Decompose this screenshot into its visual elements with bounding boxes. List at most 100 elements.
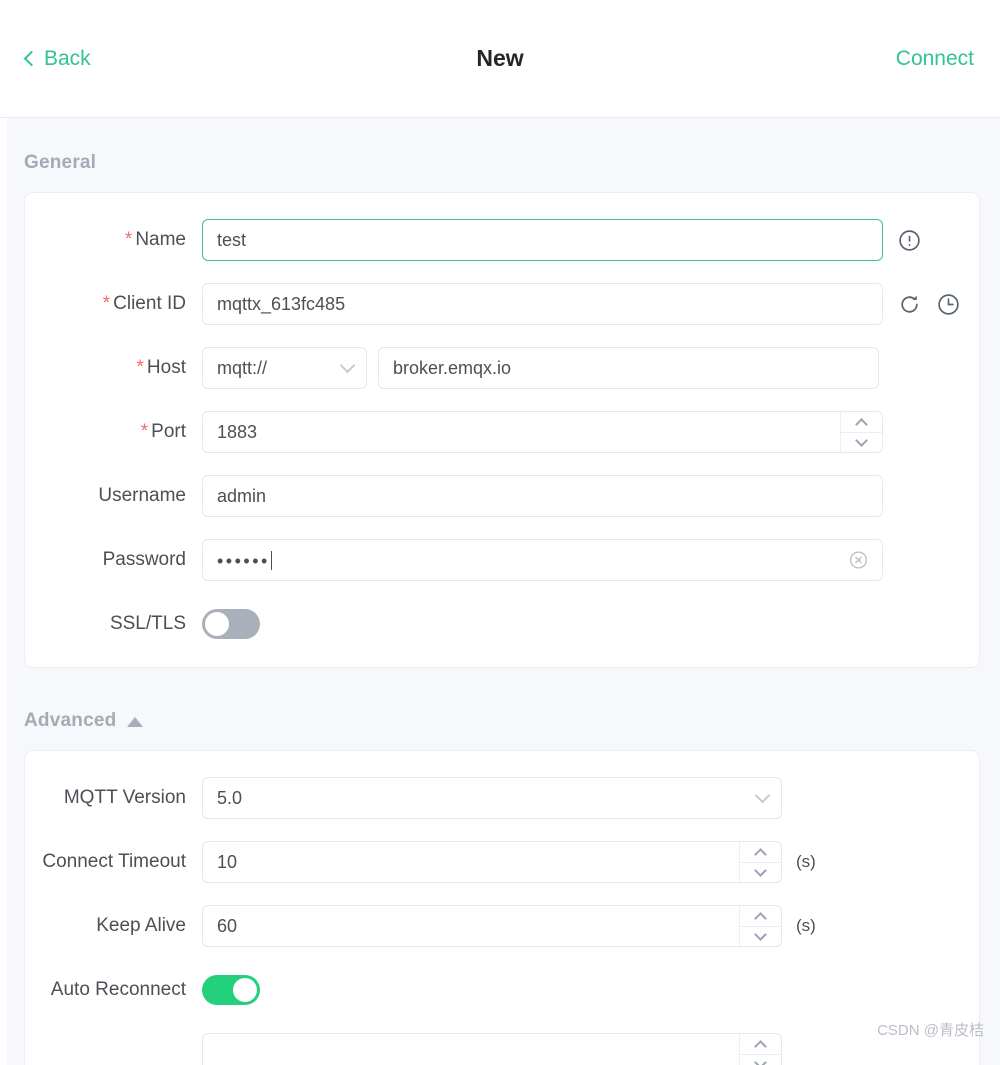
row-client-id: * Client ID mqttx_613fc485 [25,283,979,325]
required-asterisk: * [140,420,149,442]
chevron-down-icon [754,787,771,803]
label-ssl-tls: SSL/TLS [109,612,186,634]
mqtt-version-select[interactable]: 5.0 [202,777,782,819]
keep-alive-stepper [739,906,781,946]
next-setting-increment-button[interactable] [740,1034,781,1054]
row-connect-timeout: Connect Timeout 10 (s) [25,841,979,883]
next-setting-stepper [739,1034,781,1065]
port-input[interactable]: 1883 [203,412,840,452]
circle-close-icon[interactable] [848,550,869,571]
chevron-down-icon [754,928,767,941]
toggle-knob [205,612,229,636]
refresh-icon[interactable] [897,292,922,317]
keep-alive-increment-button[interactable] [740,906,781,926]
client-id-row-icons [897,292,961,317]
general-section-title: General [24,152,97,173]
name-input-value: test [217,229,247,250]
auto-reconnect-toggle[interactable] [202,975,260,1005]
label-mqtt-version: MQTT Version [63,786,186,808]
toggle-knob [233,978,257,1002]
label-connect-timeout: Connect Timeout [42,850,186,872]
client-id-input[interactable]: mqttx_613fc485 [202,283,883,325]
host-protocol-value: mqtt:// [217,357,268,378]
port-input-value: 1883 [217,421,258,442]
label-port: * Port [25,421,202,444]
chevron-down-icon [855,434,868,447]
name-input[interactable]: test [202,219,883,261]
row-ssl-tls: SSL/TLS [25,603,979,645]
client-id-input-value: mqttx_613fc485 [217,293,346,314]
app-window: Back New Connect General * Name test * C… [0,0,1000,1065]
caret-up-icon[interactable] [127,717,144,727]
label-client-id-text: Client ID [113,292,186,314]
label-client-id: * Client ID [25,293,202,316]
chevron-up-icon [754,1039,767,1053]
password-input-value: •••••• [217,551,270,571]
keep-alive-value: 60 [217,915,238,936]
keep-alive-unit: (s) [796,916,816,935]
host-address-value: broker.emqx.io [393,357,512,378]
row-auto-reconnect: Auto Reconnect [25,969,979,1011]
label-host-text: Host [146,356,186,378]
connect-timeout-input[interactable]: 10 [203,842,739,882]
host-protocol-select[interactable]: mqtt:// [202,347,367,389]
clock-icon[interactable] [936,292,961,317]
connect-timeout-stepper [739,842,781,882]
row-mqtt-version: MQTT Version 5.0 [25,777,979,819]
ssl-tls-toggle[interactable] [202,609,260,639]
label-username: Username [98,484,186,506]
next-setting-input[interactable] [203,1034,739,1065]
password-input[interactable]: •••••• [202,539,883,581]
chevron-down-icon [754,864,767,877]
required-asterisk: * [102,292,111,314]
connect-timeout-unit: (s) [796,852,816,871]
row-port: * Port 1883 [25,411,979,453]
label-port-text: Port [151,420,186,442]
label-host: * Host [25,357,202,380]
chevron-down-icon [754,1056,767,1065]
settings-scroll-area[interactable]: General * Name test * Client ID mqttx_61… [0,118,1000,1065]
row-next-setting-partial [25,1033,979,1065]
exclamation-circle-icon[interactable] [897,228,922,253]
row-keep-alive: Keep Alive 60 (s) [25,905,979,947]
label-auto-reconnect: Auto Reconnect [50,978,186,1000]
label-password: Password [102,548,186,570]
next-setting-number-field[interactable] [202,1033,782,1065]
label-name-text: Name [135,228,186,250]
port-decrement-button[interactable] [841,432,882,452]
connect-button[interactable]: Connect [896,48,974,69]
keep-alive-input[interactable]: 60 [203,906,739,946]
chevron-left-icon [23,50,40,67]
username-input-value: admin [217,485,267,506]
port-stepper [840,412,882,452]
host-address-input[interactable]: broker.emqx.io [378,347,879,389]
left-gutter [0,118,7,1065]
keep-alive-decrement-button[interactable] [740,926,781,946]
port-number-field[interactable]: 1883 [202,411,883,453]
chevron-up-icon [754,911,767,925]
general-card: * Name test * Client ID mqttx_613fc485 *… [24,192,980,668]
connect-timeout-increment-button[interactable] [740,842,781,862]
name-row-icons [897,228,922,253]
chevron-up-icon [855,417,868,431]
label-keep-alive: Keep Alive [96,914,186,936]
back-button-label: Back [44,47,91,70]
row-password: Password •••••• [25,539,979,581]
row-host: * Host mqtt:// broker.emqx.io [25,347,979,389]
connect-timeout-value: 10 [217,851,238,872]
advanced-card: MQTT Version 5.0 Connect Timeout 10 (s) … [24,750,980,1065]
connect-timeout-number-field[interactable]: 10 [202,841,782,883]
row-username: Username admin [25,475,979,517]
connect-timeout-decrement-button[interactable] [740,862,781,882]
username-input[interactable]: admin [202,475,883,517]
chevron-down-icon [339,357,356,373]
label-name: * Name [25,229,202,252]
advanced-section-label: Advanced [24,710,117,731]
row-name: * Name test [25,219,979,261]
keep-alive-number-field[interactable]: 60 [202,905,782,947]
required-asterisk: * [124,228,133,250]
back-button[interactable]: Back [23,47,91,70]
next-setting-decrement-button[interactable] [740,1054,781,1065]
advanced-section-title[interactable]: Advanced [24,710,980,732]
port-increment-button[interactable] [841,412,882,432]
